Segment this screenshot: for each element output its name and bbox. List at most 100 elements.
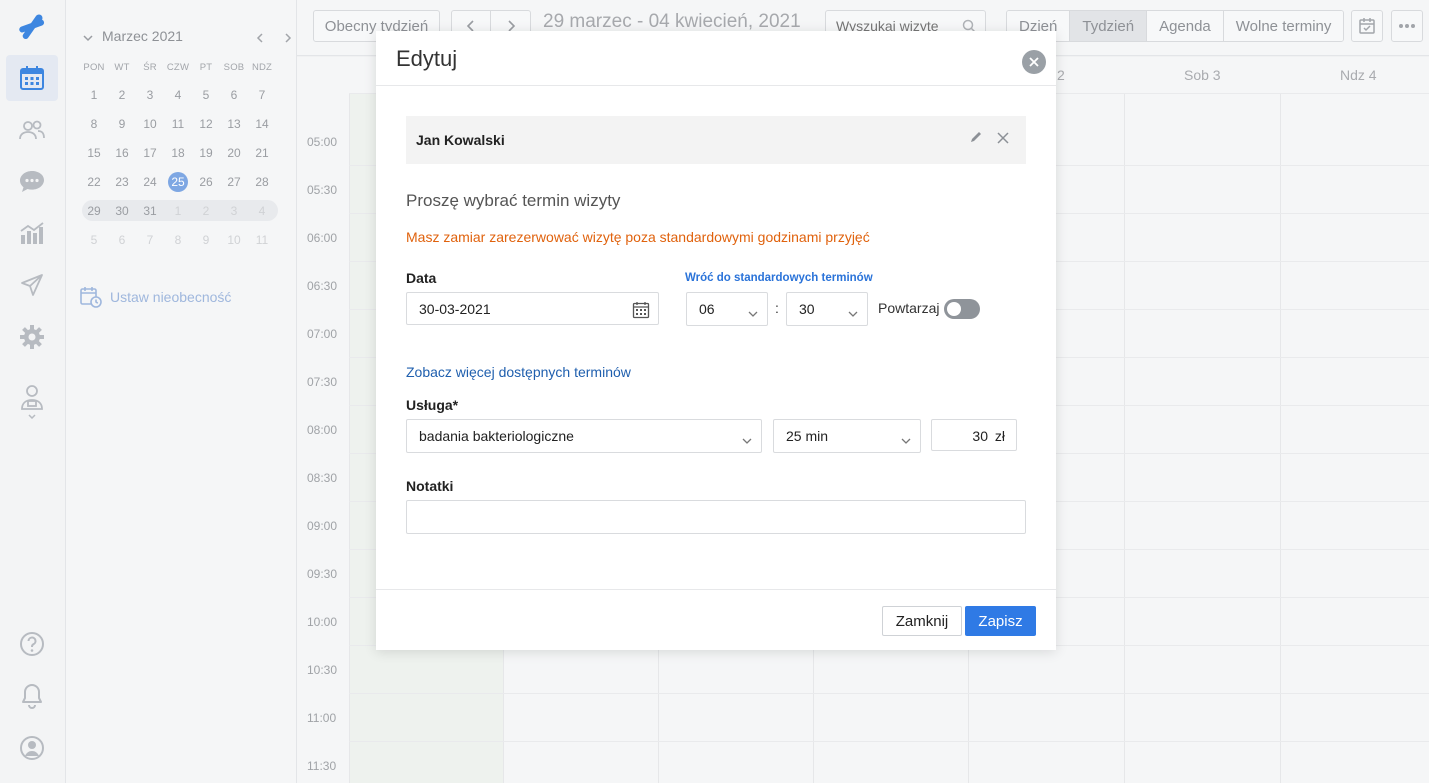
calendar-day[interactable]: 9 xyxy=(108,114,136,134)
calendar-clock-icon xyxy=(80,286,102,308)
calendar-day[interactable]: 24 xyxy=(136,172,164,192)
chevron-down-icon xyxy=(901,432,911,448)
patient-name: Jan Kowalski xyxy=(416,132,505,148)
calendar-icon[interactable] xyxy=(6,55,58,101)
chat-icon[interactable] xyxy=(6,158,58,204)
logo-icon[interactable] xyxy=(6,4,58,50)
calendar-day[interactable]: 10 xyxy=(220,230,248,250)
time-label: 09:30 xyxy=(307,567,338,581)
calendar-day[interactable]: 26 xyxy=(192,172,220,192)
save-button[interactable]: Zapisz xyxy=(965,606,1036,636)
pencil-icon xyxy=(971,132,981,142)
hour-select[interactable]: 06 xyxy=(686,292,768,326)
calendar-day[interactable]: 3 xyxy=(136,85,164,105)
close-button[interactable]: Zamknij xyxy=(882,606,962,636)
mini-calendar-month[interactable]: Marzec 2021 xyxy=(102,28,183,44)
calendar-day[interactable]: 3 xyxy=(220,201,248,221)
calendar-day[interactable]: 29 xyxy=(80,201,108,221)
calendar-day[interactable]: 5 xyxy=(192,85,220,105)
price-input[interactable]: 30 zł xyxy=(931,419,1017,451)
column-divider xyxy=(1280,93,1281,783)
time-label: 06:00 xyxy=(307,231,338,245)
calendar-day[interactable]: 5 xyxy=(80,230,108,250)
calendar-day[interactable]: 20 xyxy=(220,143,248,163)
calendar-day[interactable]: 10 xyxy=(136,114,164,134)
view-switcher: Dzień Tydzień Agenda Wolne terminy xyxy=(1006,10,1345,42)
duration-select[interactable]: 25 min xyxy=(773,419,921,453)
calendar-day[interactable]: 23 xyxy=(108,172,136,192)
calendar-day[interactable]: 22 xyxy=(80,172,108,192)
back-to-standard-slots-link[interactable]: Wróć do standardowych terminów xyxy=(685,272,873,284)
calendar-day[interactable]: 7 xyxy=(248,85,276,105)
calendar-day[interactable]: 4 xyxy=(164,85,192,105)
calendar-day[interactable]: 13 xyxy=(220,114,248,134)
view-agenda-tab[interactable]: Agenda xyxy=(1147,11,1224,41)
bell-icon[interactable] xyxy=(6,673,58,719)
calendar-day[interactable]: 18 xyxy=(164,143,192,163)
more-slots-link[interactable]: Zobacz więcej dostępnych terminów xyxy=(406,364,631,380)
view-week-tab[interactable]: Tydzień xyxy=(1070,11,1148,41)
calendar-day[interactable]: 21 xyxy=(248,143,276,163)
calendar-check-button[interactable] xyxy=(1351,10,1383,42)
time-separator: : xyxy=(775,300,779,316)
mini-calendar-week: 15 16 17 18 19 20 21 xyxy=(80,138,280,167)
chevron-left-icon[interactable] xyxy=(254,31,266,49)
modal-close-button[interactable] xyxy=(1022,50,1046,74)
stats-icon[interactable] xyxy=(6,210,58,256)
set-absence-label: Ustaw nieobecność xyxy=(110,289,232,305)
chevron-right-icon[interactable] xyxy=(282,31,294,49)
mini-calendar-week: 8 9 10 11 12 13 14 xyxy=(80,109,280,138)
weekday-label: WT xyxy=(114,62,130,73)
calendar-day[interactable]: 2 xyxy=(108,85,136,105)
mini-calendar-grid: PON WT ŚR CZW PT SOB NDZ 1 2 3 4 5 6 7 8… xyxy=(80,62,280,254)
chevron-down-icon xyxy=(742,432,752,448)
calendar-day[interactable]: 6 xyxy=(220,85,248,105)
date-field[interactable]: 30-03-2021 xyxy=(406,292,659,325)
send-icon[interactable] xyxy=(6,262,58,308)
more-options-button[interactable] xyxy=(1391,10,1423,42)
day-header: Sob 3 xyxy=(1184,67,1221,83)
service-select[interactable]: badania bakteriologiczne xyxy=(406,419,762,453)
calendar-day[interactable]: 16 xyxy=(108,143,136,163)
calendar-day[interactable]: 12 xyxy=(192,114,220,134)
duration-value: 25 min xyxy=(786,428,829,444)
calendar-day[interactable]: 7 xyxy=(136,230,164,250)
calendar-day[interactable]: 2 xyxy=(192,201,220,221)
account-icon[interactable] xyxy=(6,725,58,771)
notes-input[interactable] xyxy=(406,500,1026,534)
calendar-day[interactable]: 31 xyxy=(136,201,164,221)
help-icon[interactable] xyxy=(6,621,58,667)
calendar-day[interactable]: 11 xyxy=(248,230,276,250)
set-absence-button[interactable]: Ustaw nieobecność xyxy=(80,286,231,308)
calendar-day[interactable]: 6 xyxy=(108,230,136,250)
edit-patient-button[interactable] xyxy=(969,130,983,149)
calendar-day[interactable]: 8 xyxy=(164,230,192,250)
settings-icon[interactable] xyxy=(6,314,58,360)
choose-slot-heading: Proszę wybrać termin wizyty xyxy=(406,191,621,210)
edit-appointment-modal: Edytuj Jan Kowalski Proszę wybrać termin… xyxy=(376,31,1056,650)
calendar-day[interactable]: 11 xyxy=(164,114,192,134)
calendar-day[interactable]: 14 xyxy=(248,114,276,134)
calendar-day[interactable]: 28 xyxy=(248,172,276,192)
minute-select[interactable]: 30 xyxy=(786,292,868,326)
calendar-day[interactable]: 19 xyxy=(192,143,220,163)
calendar-day[interactable]: 27 xyxy=(220,172,248,192)
calendar-day[interactable]: 9 xyxy=(192,230,220,250)
calendar-day[interactable]: 15 xyxy=(80,143,108,163)
chevron-down-icon[interactable] xyxy=(82,31,94,49)
calendar-day[interactable]: 17 xyxy=(136,143,164,163)
calendar-day-today[interactable]: 25 xyxy=(164,171,192,192)
profile-icon[interactable] xyxy=(6,378,58,424)
repeat-toggle[interactable] xyxy=(944,299,980,319)
users-icon[interactable] xyxy=(6,107,58,153)
view-free-slots-tab[interactable]: Wolne terminy xyxy=(1223,11,1344,41)
calendar-day[interactable]: 4 xyxy=(248,201,276,221)
calendar-day[interactable]: 8 xyxy=(80,114,108,134)
time-label: 11:30 xyxy=(307,759,337,773)
calendar-day[interactable]: 1 xyxy=(164,201,192,221)
calendar-day[interactable]: 30 xyxy=(108,201,136,221)
remove-patient-button[interactable] xyxy=(997,131,1009,149)
calendar-day[interactable]: 1 xyxy=(80,85,108,105)
calendar-icon[interactable] xyxy=(632,301,650,322)
modal-title: Edytuj xyxy=(396,46,458,71)
